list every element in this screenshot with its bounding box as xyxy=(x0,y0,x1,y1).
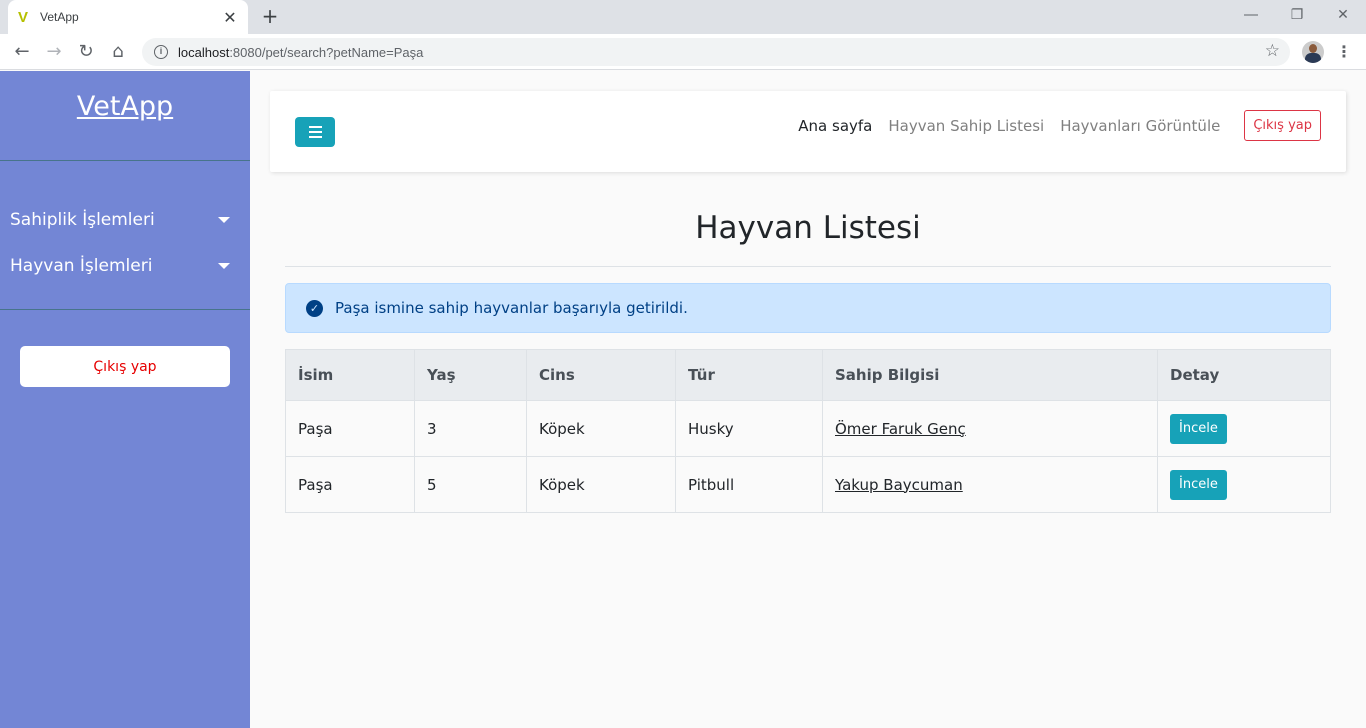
owner-link[interactable]: Ömer Faruk Genç xyxy=(835,420,966,438)
cell-name: Paşa xyxy=(285,400,415,457)
forward-icon[interactable]: → xyxy=(42,40,66,64)
nav-link-view-pets[interactable]: Hayvanları Görüntüle xyxy=(1060,117,1220,135)
sidebar-divider xyxy=(0,309,250,310)
success-alert: ✓ Paşa ismine sahip hayvanlar başarıyla … xyxy=(285,283,1331,333)
sidebar: VetApp Sahiplik İşlemleri Hayvan İşlemle… xyxy=(0,71,250,728)
column-header-species: Cins xyxy=(526,349,676,401)
alert-message: Paşa ismine sahip hayvanlar başarıyla ge… xyxy=(335,299,688,317)
table-row: Paşa 5 Köpek Pitbull Yakup Baycuman İnce… xyxy=(285,456,1331,513)
new-tab-icon[interactable]: + xyxy=(258,4,282,28)
table-header-row: İsim Yaş Cins Tür Sahip Bilgisi Detay xyxy=(285,349,1331,401)
cell-species: Köpek xyxy=(526,400,676,457)
window-close-icon[interactable]: ✕ xyxy=(1320,0,1366,30)
restore-icon[interactable]: ❐ xyxy=(1274,0,1320,30)
nav-link-home[interactable]: Ana sayfa xyxy=(798,117,872,135)
hamburger-icon-bar xyxy=(308,131,322,133)
sidebar-item-label: Hayvan İşlemleri xyxy=(10,256,153,276)
browser-tab[interactable]: V VetApp ✕ xyxy=(8,0,248,34)
nav-link-owner-list[interactable]: Hayvan Sahip Listesi xyxy=(888,117,1044,135)
inspect-button[interactable]: İncele xyxy=(1170,413,1227,444)
inspect-button[interactable]: İncele xyxy=(1170,469,1227,500)
sidebar-item-label: Sahiplik İşlemleri xyxy=(10,210,155,230)
hamburger-icon-bar xyxy=(308,126,322,128)
kebab-menu-icon[interactable]: ⋮ xyxy=(1336,40,1352,64)
reload-icon[interactable]: ↻ xyxy=(74,40,98,64)
minimize-icon[interactable]: ― xyxy=(1228,0,1274,30)
cell-name: Paşa xyxy=(285,456,415,513)
hamburger-icon-bar xyxy=(308,136,322,138)
browser-tab-strip: V VetApp ✕ + ― ❐ ✕ xyxy=(0,0,1366,34)
back-icon[interactable]: ← xyxy=(10,40,34,64)
sidebar-toggle-button[interactable] xyxy=(295,117,335,147)
sidebar-item-ownership[interactable]: Sahiplik İşlemleri xyxy=(10,205,240,235)
nav-links: Ana sayfa Hayvan Sahip Listesi Hayvanlar… xyxy=(798,110,1321,141)
cell-age: 3 xyxy=(414,400,527,457)
cell-owner: Yakup Baycuman xyxy=(822,456,1158,513)
cell-age: 5 xyxy=(414,456,527,513)
cell-detail: İncele xyxy=(1157,400,1331,457)
cell-breed: Pitbull xyxy=(675,456,823,513)
avatar-head xyxy=(1309,44,1317,53)
url-host: localhost xyxy=(178,44,230,60)
cell-species: Köpek xyxy=(526,456,676,513)
owner-link[interactable]: Yakup Baycuman xyxy=(835,476,963,494)
pet-table: İsim Yaş Cins Tür Sahip Bilgisi Detay Pa… xyxy=(285,349,1331,513)
address-toolbar: ← → ↻ ⌂ i localhost:8080/pet/search?petN… xyxy=(0,34,1366,70)
star-icon[interactable]: ☆ xyxy=(1265,41,1280,61)
window-controls: ― ❐ ✕ xyxy=(1228,0,1366,30)
url-bar[interactable]: i localhost:8080/pet/search?petName=Paşa… xyxy=(142,38,1290,66)
sidebar-brand[interactable]: VetApp xyxy=(0,91,250,122)
column-header-age: Yaş xyxy=(414,349,527,401)
url-path: :8080/pet/search?petName=Paşa xyxy=(229,44,424,60)
sidebar-logout-button[interactable]: Çıkış yap xyxy=(20,346,230,387)
column-header-owner: Sahip Bilgisi xyxy=(822,349,1158,401)
vetapp-favicon-icon: V xyxy=(18,8,29,26)
sidebar-item-pets[interactable]: Hayvan İşlemleri xyxy=(10,251,240,281)
cell-breed: Husky xyxy=(675,400,823,457)
tab-title: VetApp xyxy=(40,10,79,24)
sidebar-divider xyxy=(0,160,250,161)
column-header-name: İsim xyxy=(285,349,415,401)
home-icon[interactable]: ⌂ xyxy=(106,40,130,64)
title-divider xyxy=(285,266,1331,267)
tab-close-icon[interactable]: ✕ xyxy=(222,8,238,27)
check-circle-icon: ✓ xyxy=(306,299,323,317)
page-title: Hayvan Listesi xyxy=(695,210,921,246)
caret-down-icon xyxy=(218,263,230,269)
avatar-body xyxy=(1305,53,1321,63)
column-header-breed: Tür xyxy=(675,349,823,401)
cell-owner: Ömer Faruk Genç xyxy=(822,400,1158,457)
top-navbar: Ana sayfa Hayvan Sahip Listesi Hayvanlar… xyxy=(270,91,1346,172)
navbar-logout-button[interactable]: Çıkış yap xyxy=(1244,110,1321,141)
cell-detail: İncele xyxy=(1157,456,1331,513)
table-row: Paşa 3 Köpek Husky Ömer Faruk Genç İncel… xyxy=(285,400,1331,457)
profile-avatar[interactable] xyxy=(1302,41,1324,63)
caret-down-icon xyxy=(218,217,230,223)
column-header-detail: Detay xyxy=(1157,349,1331,401)
info-icon[interactable]: i xyxy=(154,45,168,59)
